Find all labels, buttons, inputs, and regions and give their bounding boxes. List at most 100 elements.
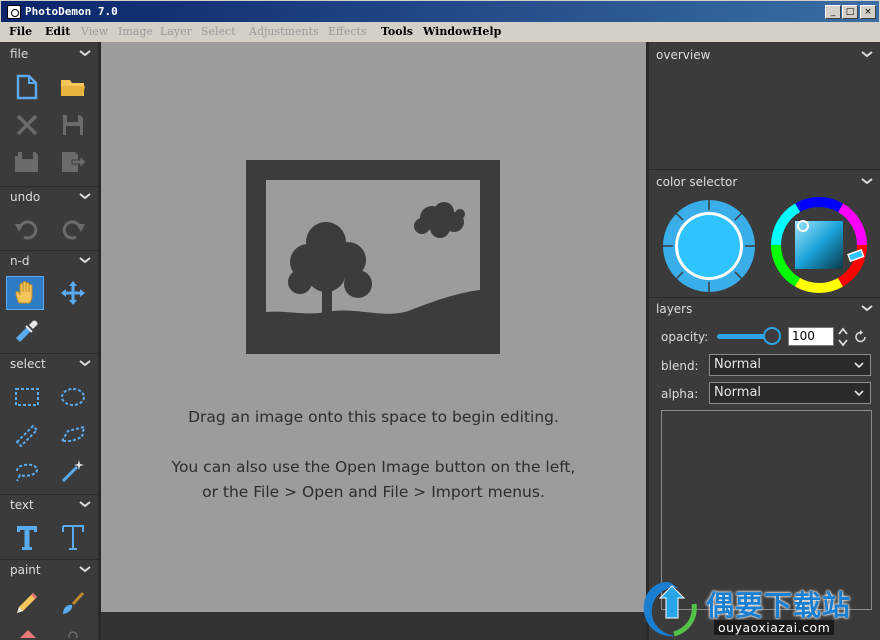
chevron-down-icon <box>854 362 864 369</box>
basic-text-button[interactable] <box>8 520 46 554</box>
chevron-down-icon <box>79 257 91 264</box>
brush-tool-button[interactable] <box>54 586 92 620</box>
new-image-button[interactable] <box>8 70 46 104</box>
section-text-header[interactable]: text <box>0 494 98 516</box>
eyedropper-icon <box>16 320 38 342</box>
menu-bar: File Edit View Image Layer Select Adjust… <box>0 23 880 42</box>
hand-tool-button[interactable] <box>6 276 44 310</box>
layers-label: layers <box>656 302 693 316</box>
basic-text-icon <box>17 526 37 550</box>
overview-label: overview <box>656 48 711 62</box>
menu-view[interactable]: View <box>81 25 108 38</box>
chevron-down-icon <box>861 178 873 185</box>
close-button[interactable]: × <box>860 5 876 19</box>
move-tool-button[interactable] <box>54 276 92 310</box>
color-selector-header[interactable]: color selector <box>649 171 880 193</box>
close-image-button[interactable] <box>8 108 46 142</box>
close-icon <box>16 114 38 136</box>
section-file-header[interactable]: file <box>0 44 98 66</box>
blend-label: blend: <box>661 359 699 373</box>
fill-icon <box>68 631 78 638</box>
section-select-header[interactable]: select <box>0 353 98 375</box>
alpha-mode-dropdown[interactable]: Normal <box>709 382 871 404</box>
open-image-button[interactable] <box>54 70 92 104</box>
chevron-down-icon <box>79 501 91 508</box>
export-icon <box>62 152 86 172</box>
ellipse-select-icon <box>61 388 85 406</box>
menu-window[interactable]: Window <box>423 25 472 38</box>
polygon-select-button[interactable] <box>54 418 92 452</box>
alpha-label: alpha: <box>661 387 699 401</box>
menu-adjustments[interactable]: Adjustments <box>249 25 319 38</box>
menu-layer[interactable]: Layer <box>160 25 192 38</box>
opacity-label: opacity: <box>661 330 709 344</box>
save-as-button[interactable] <box>8 145 46 179</box>
chevron-down-icon <box>79 193 91 200</box>
menu-file[interactable]: File <box>9 25 32 38</box>
primary-color-swatch[interactable] <box>661 198 757 294</box>
watermark-text: 偶要下载站 <box>706 589 852 622</box>
line-select-icon <box>15 424 39 447</box>
canvas-message-primary: Drag an image onto this space to begin e… <box>188 408 559 426</box>
section-paint-label: paint <box>10 563 41 577</box>
section-text-label: text <box>10 498 34 512</box>
menu-tools[interactable]: Tools <box>381 25 413 38</box>
menu-help[interactable]: Help <box>472 25 501 38</box>
minimize-button[interactable]: _ <box>825 5 841 19</box>
opacity-slider-handle[interactable] <box>763 327 781 345</box>
hue-wheel[interactable] <box>770 196 868 294</box>
toolbox: file undo n-d select text paint <box>0 42 101 640</box>
menu-select[interactable]: Select <box>201 25 236 38</box>
typography-text-button[interactable] <box>54 520 92 554</box>
blend-mode-dropdown[interactable]: Normal <box>709 354 871 376</box>
rectangle-select-icon <box>15 388 39 406</box>
section-paint-header[interactable]: paint <box>0 559 98 581</box>
magic-wand-button[interactable] <box>54 454 92 488</box>
right-panel: overview color selector layers opacity: … <box>646 42 880 640</box>
panel-divider <box>649 169 880 170</box>
section-select-label: select <box>10 357 46 371</box>
redo-button[interactable] <box>54 212 92 246</box>
app-icon <box>7 5 21 19</box>
opacity-input[interactable]: 100 <box>788 327 834 346</box>
lasso-select-icon <box>16 463 38 482</box>
save-as-icon <box>15 152 38 172</box>
alpha-mode-value: Normal <box>714 385 762 400</box>
maximize-button[interactable]: □ <box>842 5 858 19</box>
pencil-tool-button[interactable] <box>8 586 46 620</box>
ellipse-select-button[interactable] <box>54 380 92 414</box>
chevron-down-icon <box>854 390 864 397</box>
canvas-message-secondary-1: You can also use the Open Image button o… <box>171 458 576 476</box>
section-nd-header[interactable]: n-d <box>0 250 98 272</box>
save-icon <box>63 115 83 135</box>
save-button[interactable] <box>54 108 92 142</box>
section-file-label: file <box>10 47 29 61</box>
status-bar <box>101 612 646 640</box>
redo-icon <box>62 220 85 240</box>
canvas-area[interactable]: Drag an image onto this space to begin e… <box>101 42 646 612</box>
menu-edit[interactable]: Edit <box>45 25 70 38</box>
layers-header[interactable]: layers <box>649 298 880 320</box>
undo-icon <box>15 220 38 240</box>
eyedropper-tool-button[interactable] <box>8 314 46 348</box>
overview-header[interactable]: overview <box>649 44 880 66</box>
section-nd-label: n-d <box>10 254 30 268</box>
menu-image[interactable]: Image <box>118 25 153 38</box>
menu-effects[interactable]: Effects <box>328 25 367 38</box>
move-icon <box>61 281 85 305</box>
export-button[interactable] <box>54 145 92 179</box>
chevron-down-icon <box>861 305 873 312</box>
title-bar: PhotoDemon 7.0 _ □ × <box>0 0 880 23</box>
reset-icon[interactable] <box>854 330 868 344</box>
undo-button[interactable] <box>8 212 46 246</box>
rectangle-select-button[interactable] <box>8 380 46 414</box>
line-select-button[interactable] <box>8 418 46 452</box>
eraser-tool-button[interactable] <box>8 622 46 640</box>
spinner-arrows-icon[interactable] <box>838 327 848 347</box>
placeholder-image-icon <box>246 160 500 354</box>
chevron-down-icon <box>861 51 873 58</box>
lasso-select-button[interactable] <box>8 454 46 488</box>
color-selector-label: color selector <box>656 175 738 189</box>
fill-tool-button[interactable] <box>54 622 92 640</box>
section-undo-header[interactable]: undo <box>0 186 98 208</box>
